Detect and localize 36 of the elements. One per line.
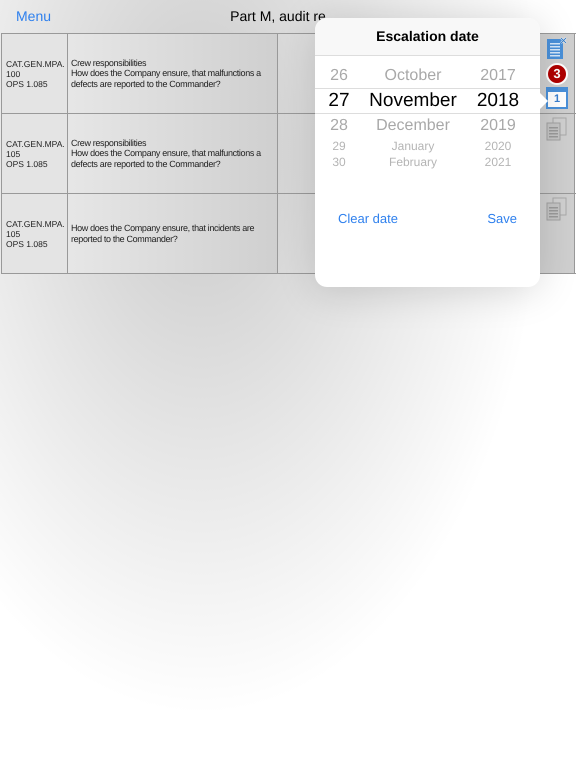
save-button[interactable]: Save (483, 208, 521, 228)
month-option[interactable]: November (363, 86, 463, 116)
documents-icon[interactable] (545, 117, 569, 141)
month-option[interactable]: January (363, 137, 463, 155)
calendar-icon[interactable]: 1 (546, 87, 568, 109)
day-option[interactable]: 27 (315, 86, 363, 116)
document-delete-icon[interactable] (546, 37, 568, 61)
picker-row[interactable]: 29 January 2020 (315, 138, 540, 154)
count-badge: 3 (546, 63, 568, 85)
table-cell: CAT.GEN.MPA. 100 OPS 1.085 (1, 34, 68, 113)
month-option[interactable]: December (363, 114, 463, 138)
table-cell: CAT.GEN.MPA. 105 OPS 1.085 (1, 194, 68, 273)
clear-date-button[interactable]: Clear date (334, 208, 402, 228)
day-option[interactable]: 29 (315, 137, 363, 155)
popover-title: Escalation date (376, 27, 479, 46)
year-option[interactable]: 2018 (463, 86, 533, 116)
year-option[interactable]: 2019 (463, 114, 533, 138)
table-cell: Crew responsibilities How does the Company ensure, that malfunctions a defects are reported to the Commander? (68, 114, 278, 193)
year-option[interactable]: 2017 (463, 64, 533, 88)
table-cell: How does the Company ensure, that incidents are reported to the Commander? (68, 194, 278, 273)
day-option[interactable]: 30 (315, 153, 363, 171)
documents-icon[interactable] (545, 197, 569, 221)
table-cell: CAT.GEN.MPA. 105 OPS 1.085 (1, 114, 68, 193)
year-option[interactable]: 2021 (463, 153, 533, 171)
month-option[interactable]: February (363, 153, 463, 171)
day-option[interactable]: 26 (315, 64, 363, 88)
table-cell: Crew responsibilities How does the Company ensure, that malfunctions a defects are reported to the Commander? (68, 34, 278, 113)
menu-link[interactable]: Menu (16, 6, 52, 27)
picker-row[interactable]: 26 October 2017 (315, 64, 540, 88)
picker-row[interactable]: 30 February 2021 (315, 154, 540, 170)
month-option[interactable]: October (363, 64, 463, 88)
date-picker[interactable]: 26 October 2017 27 November 2018 28 December 2019 29 January 2020 30 February 2021 (315, 56, 540, 170)
picker-row[interactable]: 28 December 2019 (315, 114, 540, 138)
day-option[interactable]: 28 (315, 114, 363, 138)
year-option[interactable]: 2020 (463, 137, 533, 155)
picker-row[interactable]: 27 November 2018 (315, 88, 540, 114)
